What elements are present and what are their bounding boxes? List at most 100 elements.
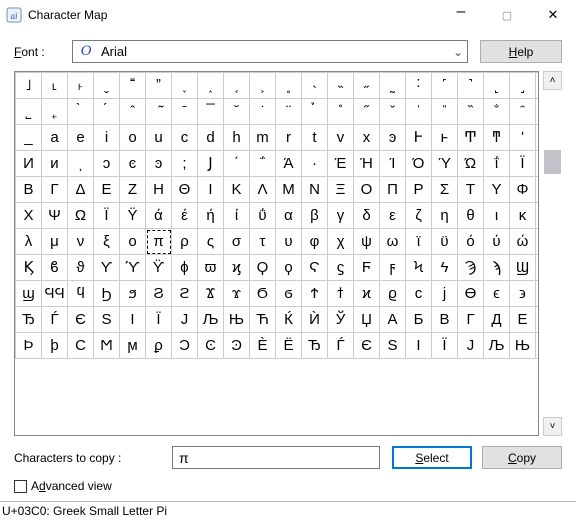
grid-cell[interactable]: ί bbox=[224, 203, 250, 229]
grid-cell[interactable]: ϐ bbox=[42, 255, 68, 281]
grid-cell[interactable]: Ϫ bbox=[198, 281, 224, 307]
grid-cell[interactable]: ι bbox=[484, 203, 510, 229]
select-button[interactable]: Select bbox=[392, 446, 472, 469]
grid-cell[interactable]: λ bbox=[16, 229, 42, 255]
grid-cell[interactable]: ύ bbox=[484, 229, 510, 255]
grid-cell[interactable]: ϸ bbox=[42, 333, 68, 359]
grid-cell[interactable]: ΰ bbox=[250, 203, 276, 229]
grid-cell[interactable]: Б bbox=[406, 307, 432, 333]
grid-cell[interactable]: І bbox=[120, 307, 146, 333]
scroll-down-button[interactable]: ˅ bbox=[543, 417, 562, 436]
grid-cell[interactable]: А bbox=[380, 307, 406, 333]
grid-cell[interactable]: Њ bbox=[510, 333, 536, 359]
grid-cell[interactable]: Ή bbox=[354, 151, 380, 177]
character-grid[interactable]: ˩˪˫ˬ˭ˮ˯˰˱˲˳˴˵˶˷˸˹˺˻˼˽˾˿̀́̂̃̄̅̆̇̈̉̊̋̌̍̎̏̐… bbox=[14, 71, 539, 436]
grid-cell[interactable]: Ћ bbox=[250, 307, 276, 333]
grid-cell[interactable]: ϣ bbox=[536, 255, 540, 281]
grid-cell[interactable]: d bbox=[198, 125, 224, 151]
grid-cell[interactable]: ϧ bbox=[120, 281, 146, 307]
grid-cell[interactable]: ϰ bbox=[354, 281, 380, 307]
grid-cell[interactable]: ϡ bbox=[484, 255, 510, 281]
grid-cell[interactable]: ϲ bbox=[406, 281, 432, 307]
grid-cell[interactable]: t bbox=[302, 125, 328, 151]
grid-cell[interactable]: τ bbox=[250, 229, 276, 255]
grid-cell[interactable]: ϱ bbox=[380, 281, 406, 307]
grid-cell[interactable]: κ bbox=[510, 203, 536, 229]
grid-cell[interactable]: π bbox=[146, 229, 172, 255]
minimize-button[interactable]: – bbox=[438, 0, 484, 30]
grid-cell[interactable]: Ώ bbox=[458, 151, 484, 177]
grid-cell[interactable]: ̀ bbox=[68, 99, 94, 125]
grid-cell[interactable]: ʹ bbox=[510, 125, 536, 151]
grid-cell[interactable]: ͳ bbox=[484, 125, 510, 151]
grid-cell[interactable]: Χ bbox=[16, 203, 42, 229]
grid-cell[interactable]: Ѕ bbox=[94, 307, 120, 333]
grid-cell[interactable]: Ϟ bbox=[406, 255, 432, 281]
grid-cell[interactable]: Ϧ bbox=[94, 281, 120, 307]
grid-cell[interactable]: ϔ bbox=[146, 255, 172, 281]
grid-cell[interactable]: ̒ bbox=[536, 99, 540, 125]
grid-cell[interactable]: ̐ bbox=[484, 99, 510, 125]
grid-cell[interactable]: Ё bbox=[276, 333, 302, 359]
grid-cell[interactable]: Ά bbox=[276, 151, 302, 177]
grid-cell[interactable]: Ͽ bbox=[224, 333, 250, 359]
grid-cell[interactable]: ˺ bbox=[458, 73, 484, 99]
grid-cell[interactable]: ϑ bbox=[68, 255, 94, 281]
grid-cell[interactable]: Ж bbox=[536, 307, 540, 333]
grid-cell[interactable]: α bbox=[276, 203, 302, 229]
grid-cell[interactable]: Ϻ bbox=[94, 333, 120, 359]
grid-cell[interactable]: Ͳ bbox=[458, 125, 484, 151]
grid-cell[interactable]: х bbox=[354, 125, 380, 151]
grid-cell[interactable]: Ύ bbox=[432, 151, 458, 177]
grid-cell[interactable]: ˽ bbox=[536, 73, 540, 99]
grid-cell[interactable]: Χ bbox=[536, 177, 540, 203]
grid-cell[interactable]: ϕ bbox=[172, 255, 198, 281]
grid-cell[interactable]: Ϙ bbox=[250, 255, 276, 281]
grid-cell[interactable]: Ϭ bbox=[250, 281, 276, 307]
grid-cell[interactable]: Ϩ bbox=[146, 281, 172, 307]
grid-cell[interactable]: φ bbox=[302, 229, 328, 255]
grid-cell[interactable]: m bbox=[250, 125, 276, 151]
grid-cell[interactable]: ˰ bbox=[198, 73, 224, 99]
grid-cell[interactable]: Ѓ bbox=[328, 333, 354, 359]
grid-cell[interactable]: ̇ bbox=[250, 99, 276, 125]
grid-cell[interactable]: Ϣ bbox=[510, 255, 536, 281]
grid-cell[interactable]: Ќ bbox=[276, 307, 302, 333]
grid-cell[interactable]: ˪ bbox=[42, 73, 68, 99]
grid-cell[interactable]: Ї bbox=[146, 307, 172, 333]
grid-cell[interactable]: ˳ bbox=[276, 73, 302, 99]
help-button[interactable]: Help bbox=[480, 40, 562, 63]
grid-cell[interactable]: Ϗ bbox=[16, 255, 42, 281]
grid-cell[interactable]: ˮ bbox=[146, 73, 172, 99]
scroll-track[interactable] bbox=[544, 90, 561, 417]
grid-cell[interactable]: Є bbox=[354, 333, 380, 359]
grid-cell[interactable]: Ο bbox=[354, 177, 380, 203]
grid-cell[interactable]: Њ bbox=[224, 307, 250, 333]
grid-cell[interactable]: о bbox=[120, 125, 146, 151]
grid-cell[interactable]: ˼ bbox=[510, 73, 536, 99]
grid-scrollbar[interactable]: ˄ ˅ bbox=[543, 71, 562, 436]
grid-cell[interactable]: ͼ bbox=[120, 151, 146, 177]
grid-cell[interactable]: ͻ bbox=[94, 151, 120, 177]
grid-cell[interactable]: r bbox=[276, 125, 302, 151]
grid-cell[interactable]: Е bbox=[510, 307, 536, 333]
grid-cell[interactable]: Ν bbox=[302, 177, 328, 203]
grid-cell[interactable]: ϟ bbox=[432, 255, 458, 281]
grid-cell[interactable]: ̌ bbox=[380, 99, 406, 125]
close-button[interactable]: ✕ bbox=[530, 0, 576, 30]
grid-cell[interactable]: ˲ bbox=[250, 73, 276, 99]
grid-cell[interactable]: ̍ bbox=[406, 99, 432, 125]
grid-cell[interactable]: ̏ bbox=[458, 99, 484, 125]
grid-cell[interactable]: Ϋ bbox=[120, 203, 146, 229]
grid-cell[interactable]: ˿ bbox=[42, 99, 68, 125]
grid-cell[interactable]: ψ bbox=[354, 229, 380, 255]
grid-cell[interactable]: χ bbox=[328, 229, 354, 255]
grid-cell[interactable]: Ї bbox=[432, 333, 458, 359]
grid-cell[interactable]: Ω bbox=[68, 203, 94, 229]
grid-cell[interactable]: ˯ bbox=[172, 73, 198, 99]
grid-cell[interactable]: а bbox=[42, 125, 68, 151]
grid-cell[interactable]: ΐ bbox=[484, 151, 510, 177]
grid-cell[interactable]: ˫ bbox=[68, 73, 94, 99]
grid-cell[interactable]: Η bbox=[146, 177, 172, 203]
grid-cell[interactable]: υ bbox=[276, 229, 302, 255]
